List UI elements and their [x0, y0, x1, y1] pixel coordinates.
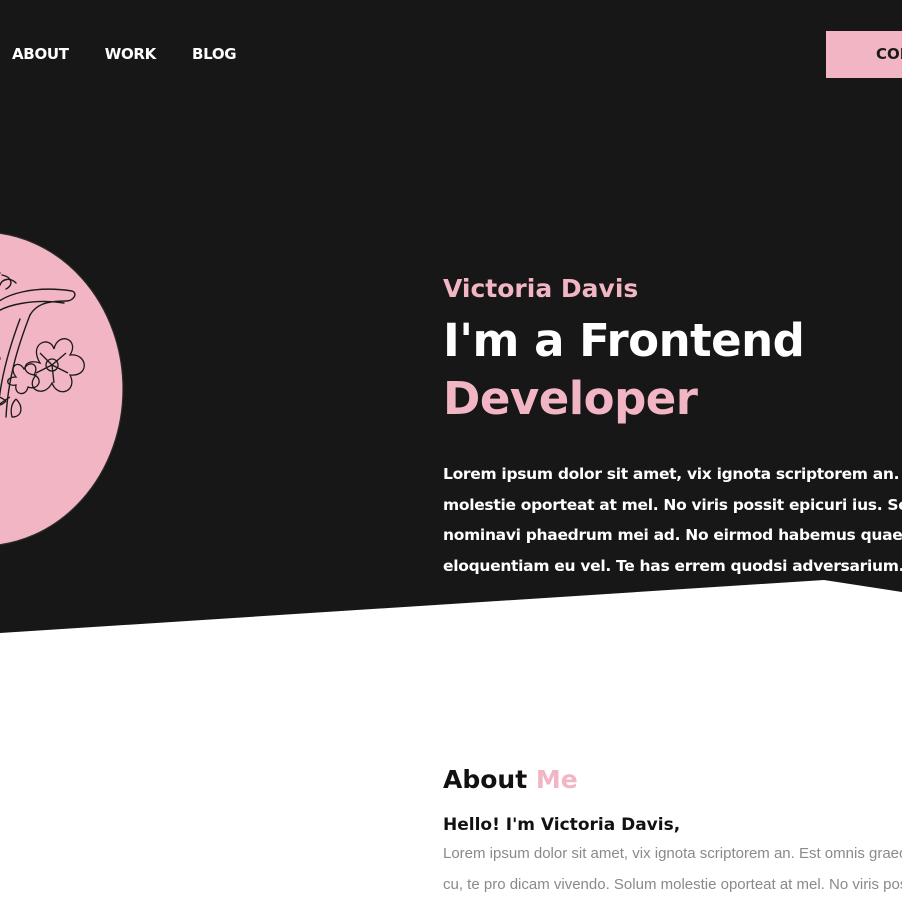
hero-description-line: molestie oporteat at mel. No viris possi… [443, 495, 902, 514]
contact-button[interactable]: CONTACT [826, 31, 902, 78]
about-greeting: Hello! I'm Victoria Davis, [443, 815, 681, 835]
about-section: About Me Hello! I'm Victoria Davis, Lore… [443, 762, 902, 900]
about-body: Lorem ipsum dolor sit amet, vix ignota s… [443, 839, 902, 900]
hero-intro: Victoria Davis I'm a Frontend Developer … [443, 272, 902, 581]
hero-title-line2: Developer [443, 372, 698, 425]
hero-title: I'm a Frontend Developer [443, 312, 902, 428]
hero-description: Lorem ipsum dolor sit amet, vix ignota s… [443, 459, 902, 581]
contact-button-label: CONTACT [876, 45, 902, 63]
hero-title-line1: I'm a Frontend [443, 314, 805, 367]
about-heading-word2: Me [535, 765, 578, 794]
about-heading-word1: About [443, 765, 528, 794]
main-nav: ABOUT WORK BLOG [12, 44, 237, 64]
hero-description-line: eloquentiam eu vel. Te has errem quodsi … [443, 556, 902, 575]
nav-item-work[interactable]: WORK [105, 44, 157, 64]
hero-description-line: nominavi phaedrum mei ad. No eirmod habe… [443, 526, 902, 544]
hero-description-line: Lorem ipsum dolor sit amet, vix ignota s… [443, 465, 902, 483]
about-heading: About Me [443, 762, 902, 798]
monogram-v-floral-icon [0, 232, 124, 546]
hero-name: Victoria Davis [443, 274, 639, 303]
about-body-line: cu, te pro dicam vivendo. Solum molestie… [443, 875, 902, 893]
portfolio-page: ABOUT WORK BLOG CONTACT [0, 0, 902, 902]
nav-item-blog[interactable]: BLOG [192, 44, 237, 64]
about-body-line: Lorem ipsum dolor sit amet, vix ignota s… [443, 845, 902, 862]
nav-item-about[interactable]: ABOUT [12, 44, 69, 64]
